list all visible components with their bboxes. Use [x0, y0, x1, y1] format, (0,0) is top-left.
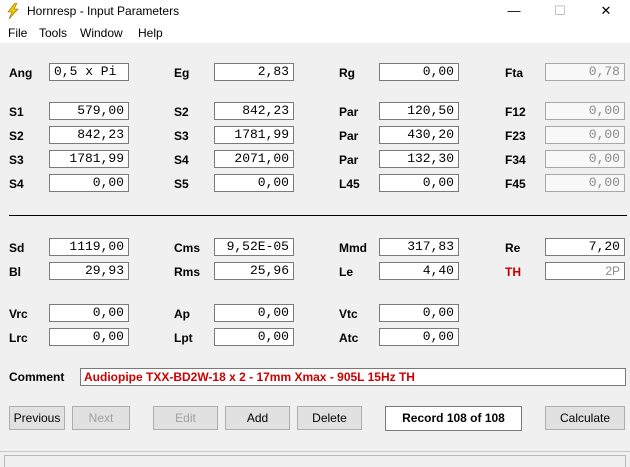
field-lrc[interactable]: 0,00: [49, 328, 129, 346]
label-s4: S4: [9, 177, 24, 191]
close-button[interactable]: ✕: [583, 0, 629, 23]
menu-file[interactable]: File: [8, 26, 27, 40]
label-fta: Fta: [505, 66, 523, 80]
menu-window[interactable]: Window: [80, 26, 123, 40]
section-divider: [9, 215, 627, 216]
window-title: Hornresp - Input Parameters: [27, 4, 180, 18]
label-sd: Sd: [9, 241, 25, 255]
field-f34: 0,00: [545, 150, 625, 168]
field-vrc[interactable]: 0,00: [49, 304, 129, 322]
field-rg[interactable]: 0,00: [379, 63, 459, 81]
field-s3[interactable]: 1781,99: [49, 150, 129, 168]
field-bl[interactable]: 29,93: [49, 262, 129, 280]
label-s3-col2: S3: [174, 129, 189, 143]
field-th[interactable]: 2P: [545, 262, 625, 280]
field-ang[interactable]: 0,5 x Pi: [49, 63, 129, 81]
menu-help[interactable]: Help: [138, 26, 163, 40]
menu-bar: File Tools Window Help: [0, 23, 630, 43]
maximize-button[interactable]: ☐: [537, 0, 583, 23]
field-f45: 0,00: [545, 174, 625, 192]
label-vtc: Vtc: [339, 307, 358, 321]
field-f12: 0,00: [545, 102, 625, 120]
field-vtc[interactable]: 0,00: [379, 304, 459, 322]
previous-button[interactable]: Previous: [9, 406, 65, 430]
label-l45: L45: [339, 177, 360, 191]
label-s2: S2: [9, 129, 24, 143]
label-lrc: Lrc: [9, 331, 28, 345]
label-par-2: Par: [339, 129, 359, 143]
label-par-1: Par: [339, 105, 359, 119]
label-re: Re: [505, 241, 521, 255]
field-ap[interactable]: 0,00: [214, 304, 294, 322]
label-cms: Cms: [174, 241, 201, 255]
label-atc: Atc: [339, 331, 359, 345]
label-bl: Bl: [9, 265, 21, 279]
field-lpt[interactable]: 0,00: [214, 328, 294, 346]
label-rg: Rg: [339, 66, 355, 80]
status-bar: [0, 451, 630, 467]
field-sd[interactable]: 1119,00: [49, 238, 129, 256]
label-s3: S3: [9, 153, 24, 167]
field-eg[interactable]: 2,83: [214, 63, 294, 81]
field-s2-col2[interactable]: 842,23: [214, 102, 294, 120]
label-ang: Ang: [9, 66, 33, 80]
field-le[interactable]: 4,40: [379, 262, 459, 280]
label-ap: Ap: [174, 307, 190, 321]
record-indicator: Record 108 of 108: [385, 406, 522, 431]
label-eg: Eg: [174, 66, 190, 80]
label-s4-col2: S4: [174, 153, 189, 167]
comment-field[interactable]: Audiopipe TXX-BD2W-18 x 2 - 17mm Xmax - …: [80, 368, 626, 386]
menu-tools[interactable]: Tools: [39, 26, 67, 40]
label-th: TH: [505, 265, 521, 279]
field-s4-col2[interactable]: 2071,00: [214, 150, 294, 168]
minimize-button[interactable]: —: [491, 0, 537, 23]
calculate-button[interactable]: Calculate: [545, 406, 625, 430]
label-f23: F23: [505, 129, 526, 143]
edit-button[interactable]: Edit: [153, 406, 218, 430]
lightning-bolt-icon: [7, 3, 19, 19]
field-re[interactable]: 7,20: [545, 238, 625, 256]
label-comment: Comment: [9, 370, 65, 384]
label-le: Le: [339, 265, 354, 279]
label-lpt: Lpt: [174, 331, 193, 345]
label-s2-col2: S2: [174, 105, 189, 119]
label-par-3: Par: [339, 153, 359, 167]
field-f23: 0,00: [545, 126, 625, 144]
field-fta: 0,78: [545, 63, 625, 81]
field-par-2[interactable]: 430,20: [379, 126, 459, 144]
field-s3-col2[interactable]: 1781,99: [214, 126, 294, 144]
label-mmd: Mmd: [339, 241, 367, 255]
field-l45[interactable]: 0,00: [379, 174, 459, 192]
field-mmd[interactable]: 317,83: [379, 238, 459, 256]
field-cms[interactable]: 9,52E-05: [214, 238, 294, 256]
label-rms: Rms: [174, 265, 201, 279]
input-parameters-panel: Ang 0,5 x Pi Eg 2,83 Rg 0,00 Fta 0,78 S1…: [0, 43, 630, 451]
status-pane: [4, 455, 626, 467]
field-atc[interactable]: 0,00: [379, 328, 459, 346]
label-s1: S1: [9, 105, 24, 119]
field-s5[interactable]: 0,00: [214, 174, 294, 192]
field-par-1[interactable]: 120,50: [379, 102, 459, 120]
label-f34: F34: [505, 153, 526, 167]
label-f12: F12: [505, 105, 526, 119]
add-button[interactable]: Add: [225, 406, 290, 430]
label-vrc: Vrc: [9, 307, 28, 321]
title-bar: Hornresp - Input Parameters — ☐ ✕: [0, 0, 630, 23]
next-button[interactable]: Next: [72, 406, 130, 430]
field-s2[interactable]: 842,23: [49, 126, 129, 144]
field-rms[interactable]: 25,96: [214, 262, 294, 280]
field-s1[interactable]: 579,00: [49, 102, 129, 120]
label-f45: F45: [505, 177, 526, 191]
label-s5: S5: [174, 177, 189, 191]
field-s4[interactable]: 0,00: [49, 174, 129, 192]
field-par-3[interactable]: 132,30: [379, 150, 459, 168]
delete-button[interactable]: Delete: [297, 406, 362, 430]
